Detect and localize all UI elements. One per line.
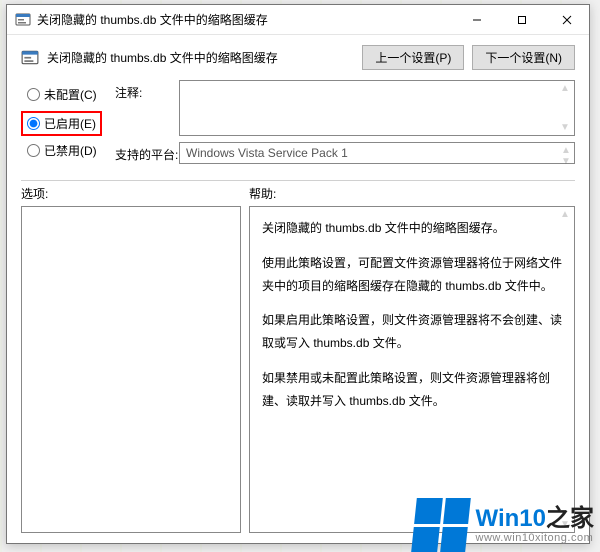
options-label: 选项:	[21, 185, 249, 202]
options-panel[interactable]	[21, 206, 241, 533]
state-radio-group: 未配置(C) 已启用(E) 已禁用(D)	[27, 80, 115, 169]
radio-enabled[interactable]: 已启用(E)	[27, 115, 96, 132]
radio-not-configured[interactable]: 未配置(C)	[27, 86, 115, 103]
window-controls	[454, 5, 589, 35]
comment-label: 注释:	[115, 80, 179, 101]
minimize-button[interactable]	[454, 5, 499, 35]
help-text: 关闭隐藏的 thumbs.db 文件中的缩略图缓存。 使用此策略设置，可配置文件…	[250, 207, 574, 435]
window-title: 关闭隐藏的 thumbs.db 文件中的缩略图缓存	[37, 11, 454, 28]
section-labels: 选项: 帮助:	[7, 185, 589, 202]
next-setting-button[interactable]: 下一个设置(N)	[472, 45, 575, 70]
divider	[21, 180, 575, 181]
platform-value: Windows Vista Service Pack 1	[186, 146, 348, 160]
policy-icon	[15, 12, 31, 28]
highlight-enabled: 已启用(E)	[21, 111, 102, 136]
header-row: 关闭隐藏的 thumbs.db 文件中的缩略图缓存 上一个设置(P) 下一个设置…	[7, 35, 589, 76]
policy-icon	[21, 49, 39, 67]
previous-setting-button[interactable]: 上一个设置(P)	[362, 45, 464, 70]
help-p3: 如果启用此策略设置，则文件资源管理器将不会创建、读取或写入 thumbs.db …	[262, 309, 562, 355]
page-title: 关闭隐藏的 thumbs.db 文件中的缩略图缓存	[47, 49, 354, 66]
close-button[interactable]	[544, 5, 589, 35]
platform-label: 支持的平台:	[115, 142, 179, 163]
help-label: 帮助:	[249, 185, 276, 202]
titlebar: 关闭隐藏的 thumbs.db 文件中的缩略图缓存	[7, 5, 589, 35]
help-p2: 使用此策略设置，可配置文件资源管理器将位于网络文件夹中的项目的缩略图缓存在隐藏的…	[262, 252, 562, 298]
radio-disabled[interactable]: 已禁用(D)	[27, 142, 115, 159]
maximize-button[interactable]	[499, 5, 544, 35]
help-p4: 如果禁用或未配置此策略设置，则文件资源管理器将创建、读取并写入 thumbs.d…	[262, 367, 562, 413]
help-panel[interactable]: 关闭隐藏的 thumbs.db 文件中的缩略图缓存。 使用此策略设置，可配置文件…	[249, 206, 575, 533]
supported-platform-combo[interactable]: Windows Vista Service Pack 1 ▲▼	[179, 142, 575, 164]
comment-textarea[interactable]: ▲▼	[179, 80, 575, 136]
policy-editor-window: 关闭隐藏的 thumbs.db 文件中的缩略图缓存 关闭隐藏的 thumbs.d…	[6, 4, 590, 544]
help-p1: 关闭隐藏的 thumbs.db 文件中的缩略图缓存。	[262, 217, 562, 240]
